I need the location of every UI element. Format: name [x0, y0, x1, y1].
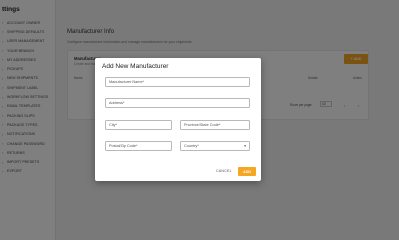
dialog-title: Add New Manufacturer — [102, 63, 169, 70]
city-input[interactable]: City* — [105, 120, 172, 130]
city-placeholder: City* — [109, 123, 118, 128]
state-code-placeholder: Province/State Code* — [184, 123, 221, 128]
cancel-button[interactable]: CANCEL — [216, 169, 232, 173]
state-code-input[interactable]: Province/State Code* — [180, 120, 250, 130]
manufacturer-name-placeholder: Manufacturer Name* — [109, 80, 145, 85]
postal-code-input[interactable]: Postal/Zip Code* — [105, 141, 172, 151]
address-placeholder: Address* — [109, 101, 125, 106]
dropdown-caret-icon: ▾ — [244, 144, 246, 149]
country-select[interactable]: Country* ▾ — [180, 141, 250, 151]
address-input[interactable]: Address* — [105, 98, 250, 108]
country-placeholder: Country* — [184, 144, 199, 149]
add-button[interactable]: ADD — [238, 167, 256, 176]
postal-code-placeholder: Postal/Zip Code* — [109, 144, 138, 149]
add-manufacturer-dialog: Add New Manufacturer Manufacturer Name* … — [95, 58, 261, 181]
manufacturer-name-input[interactable]: Manufacturer Name* — [105, 77, 250, 87]
